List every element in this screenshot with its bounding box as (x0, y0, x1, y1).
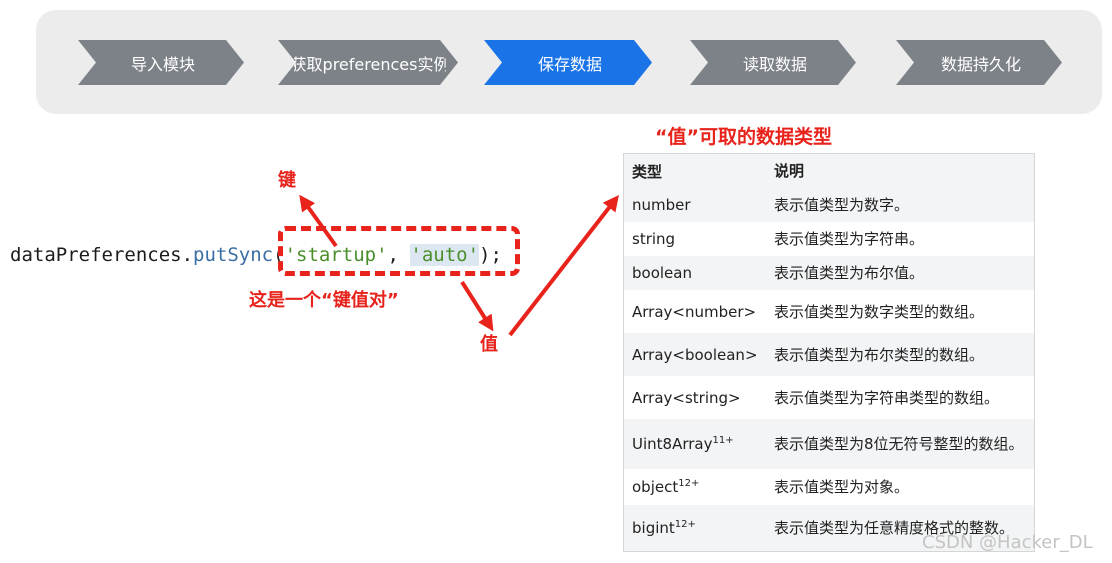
key-label: 键 (278, 170, 296, 191)
row-type: number (624, 196, 774, 214)
table-row: Array<number> 表示值类型为数字类型的数组。 (624, 290, 1034, 333)
row-type: bigint12+ (624, 519, 774, 537)
arrow-to-type-table (508, 194, 619, 337)
row-type: string (624, 230, 774, 248)
row-description: 表示值类型为数字。 (774, 196, 910, 214)
version-sup: 12+ (674, 519, 696, 530)
type-text: Array<string> (632, 388, 741, 407)
table-header-row: 类型 说明 (624, 154, 1034, 188)
table-row: Uint8Array11+ 表示值类型为8位无符号整型的数组。 (624, 419, 1034, 469)
row-description: 表示值类型为布尔值。 (774, 264, 925, 282)
diagram-canvas: 导入模块 获取preferences实例 保存数据 读取数据 数据持久化 dat… (0, 0, 1112, 563)
type-text: Uint8Array (632, 435, 713, 453)
type-text: string (632, 230, 676, 248)
row-type: Array<number> (624, 303, 774, 321)
type-text: number (632, 196, 691, 214)
table-row: Array<string> 表示值类型为字符串类型的数组。 (624, 376, 1034, 419)
version-sup: 11+ (712, 435, 734, 446)
value-label: 值 (480, 334, 498, 355)
row-description: 表示值类型为字符串。 (774, 230, 925, 248)
table-row: boolean 表示值类型为布尔值。 (624, 256, 1034, 290)
row-type: object12+ (624, 478, 774, 496)
table-row: Array<boolean> 表示值类型为布尔类型的数组。 (624, 333, 1034, 376)
type-table-title: “值”可取的数据类型 (655, 126, 832, 148)
row-description: 表示值类型为字符串类型的数组。 (774, 388, 1000, 407)
type-text: Array<number> (632, 302, 757, 321)
type-text: bigint (632, 519, 675, 537)
row-type: Array<string> (624, 389, 774, 407)
value-type-table: 类型 说明 number 表示值类型为数字。 string 表示值类型为字符串。… (623, 153, 1035, 552)
table-row: string 表示值类型为字符串。 (624, 222, 1034, 256)
row-description: 表示值类型为对象。 (774, 478, 910, 496)
row-type: Uint8Array11+ (624, 435, 774, 453)
type-text: Array<boolean> (632, 345, 758, 364)
row-type: Array<boolean> (624, 346, 774, 364)
table-row: number 表示值类型为数字。 (624, 188, 1034, 222)
header-type: 类型 (632, 162, 663, 181)
row-description: 表示值类型为布尔类型的数组。 (774, 345, 985, 364)
version-sup: 12+ (678, 478, 700, 489)
watermark: CSDN @Hacker_DL (922, 532, 1093, 553)
header-description: 说明 (774, 162, 805, 180)
arrow-to-key-label (299, 194, 338, 248)
type-text: object (632, 478, 679, 496)
row-description: 表示值类型为数字类型的数组。 (774, 302, 985, 321)
table-row: object12+ 表示值类型为对象。 (624, 469, 1034, 505)
arrow-to-value-label (460, 280, 494, 332)
row-description: 表示值类型为8位无符号整型的数组。 (774, 435, 1024, 453)
type-text: boolean (632, 264, 692, 282)
key-value-pair-label: 这是一个“键值对” (249, 290, 399, 311)
row-type: boolean (624, 264, 774, 282)
